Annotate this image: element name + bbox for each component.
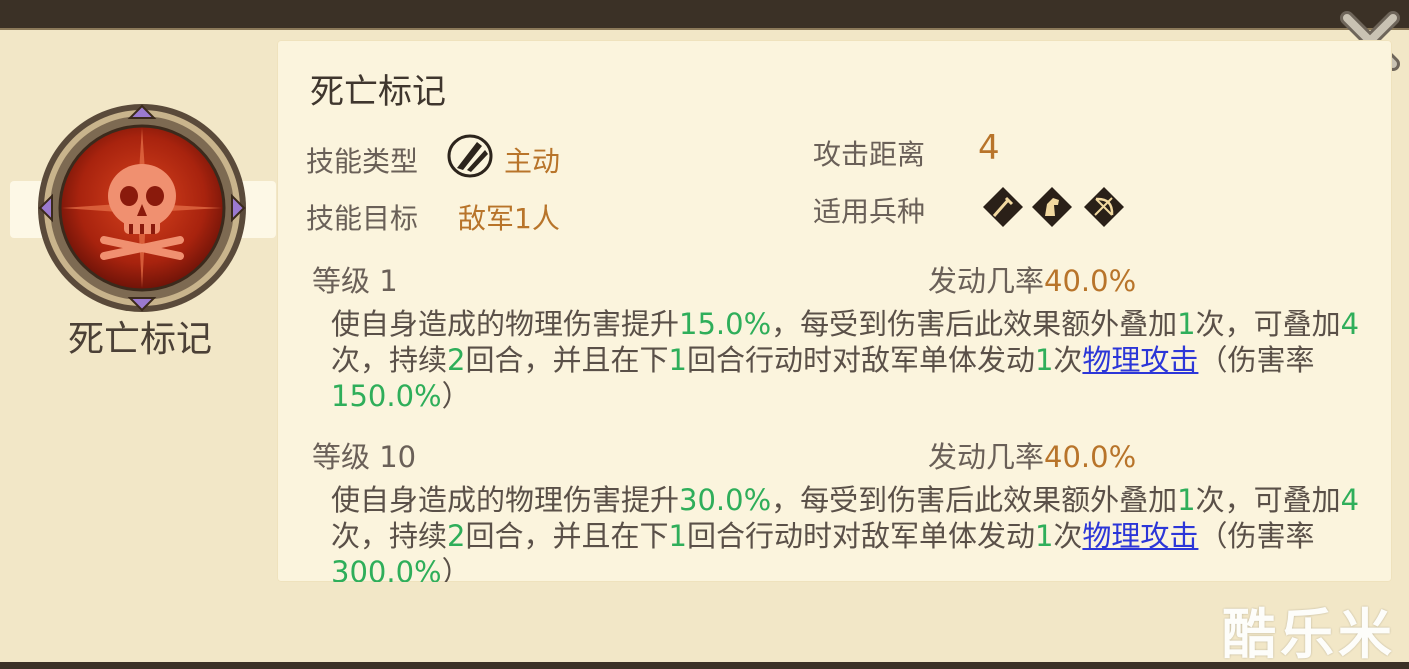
skill-type-value: 主动 [504,145,561,178]
horse-icon [1032,187,1072,227]
troop-types-label: 适用兵种 [813,195,926,228]
skill-type-label: 技能类型 [306,145,419,178]
skill-target-value: 敌军1人 [458,202,560,235]
skill-name-side-label: 死亡标记 [67,319,212,360]
physical-attack-link[interactable]: 物理攻击 [1082,519,1198,553]
level-1-label: 等级 1 [312,264,398,298]
active-skill-icon [447,134,493,178]
level-1-description: 使自身造成的物理伤害提升15.0%，每受到伤害后此效果额外叠加1次，可叠加4次，… [331,307,1360,413]
rate-value: 40.0% [1044,264,1137,298]
rate-value: 40.0% [1044,440,1137,474]
rate-label: 发动几率 [928,440,1045,474]
attack-range-label: 攻击距离 [813,138,926,171]
level-10-label: 等级 10 [312,440,417,474]
sword-icon [983,187,1023,227]
level-10-rate: 发动几率40.0% [928,434,1136,476]
skull-skill-icon [38,104,246,312]
level-1-rate: 发动几率40.0% [928,258,1136,300]
rate-label: 发动几率 [928,264,1045,298]
watermark: 酷乐米 [1222,603,1396,666]
skill-target-label: 技能目标 [306,202,419,235]
level-10-description: 使自身造成的物理伤害提升30.0%，每受到伤害后此效果额外叠加1次，可叠加4次，… [331,483,1360,582]
bow-icon [1084,187,1124,227]
attack-range-value: 4 [978,128,1000,168]
physical-attack-link[interactable]: 物理攻击 [1082,343,1198,377]
skill-title: 死亡标记 [310,72,446,112]
